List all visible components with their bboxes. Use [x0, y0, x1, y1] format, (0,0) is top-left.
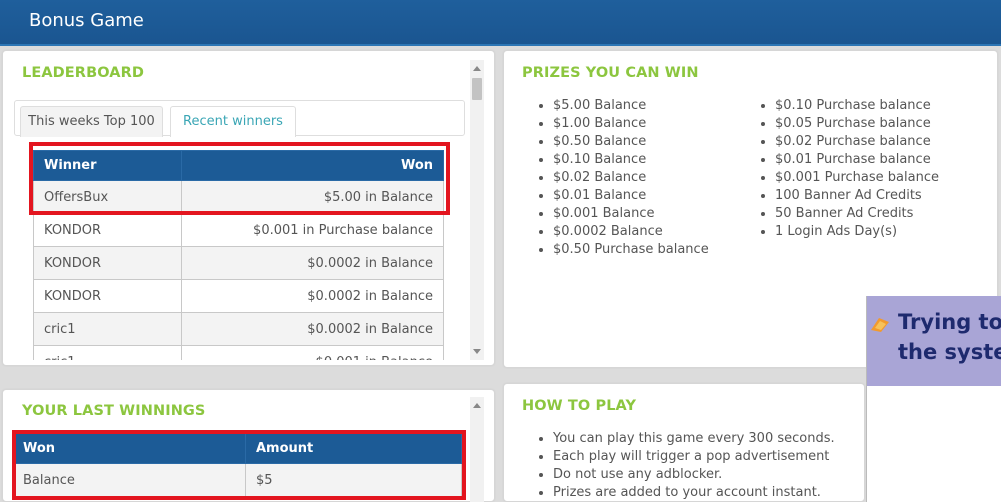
- tab-this-weeks-top-100[interactable]: This weeks Top 100: [20, 106, 163, 137]
- table-row: KONDOR $0.0002 in Balance: [33, 246, 444, 280]
- table-row: Balance $5: [12, 463, 462, 497]
- winner-cell: cric1: [33, 312, 182, 346]
- list-item: $0.0002 Balance: [553, 223, 763, 241]
- won-cell: Balance: [12, 463, 246, 497]
- winner-cell: OffersBux: [33, 180, 182, 214]
- list-item: $0.02 Purchase balance: [775, 133, 990, 151]
- ad-headline-line2: the syste: [898, 340, 1001, 364]
- list-item: 100 Banner Ad Credits: [775, 187, 990, 205]
- scroll-up-arrow-icon[interactable]: [473, 66, 481, 71]
- column-header-amount: Amount: [245, 433, 462, 464]
- page-title: Bonus Game: [29, 10, 144, 31]
- last-winnings-title: YOUR LAST WINNINGS: [22, 403, 206, 419]
- last-winnings-scrollbar[interactable]: [470, 397, 484, 502]
- ad-logo-icon: [871, 318, 889, 332]
- ad-headline-line1: Trying to: [898, 310, 1001, 334]
- list-item: $0.50 Balance: [553, 133, 763, 151]
- won-cell: $0.0002 in Balance: [181, 246, 444, 280]
- table-row: cric1 $0.001 in Balance: [33, 345, 444, 360]
- list-item: Do not use any adblocker.: [553, 466, 863, 484]
- how-to-play-title: HOW TO PLAY: [522, 398, 637, 414]
- top-bar-stripe: [0, 44, 1001, 46]
- overlay-advertisement[interactable]: Trying to the syste: [866, 296, 1001, 502]
- prizes-list-right: $0.10 Purchase balance $0.05 Purchase ba…: [775, 97, 990, 241]
- scroll-down-arrow-icon[interactable]: [473, 349, 481, 354]
- leaderboard-title: LEADERBOARD: [22, 65, 144, 81]
- how-to-play-list: You can play this game every 300 seconds…: [553, 430, 863, 502]
- prizes-list-left: $5.00 Balance $1.00 Balance $0.50 Balanc…: [553, 97, 763, 259]
- won-cell: $0.0002 in Balance: [181, 312, 444, 346]
- table-row: OffersBux $5.00 in Balance: [33, 180, 444, 214]
- list-item: $0.10 Purchase balance: [775, 97, 990, 115]
- table-header-row: Won Amount: [12, 433, 462, 464]
- won-cell: $0.001 in Balance: [181, 345, 444, 360]
- prizes-title: PRIZES YOU CAN WIN: [522, 65, 699, 81]
- list-item: $0.001 Purchase balance: [775, 169, 990, 187]
- column-header-winner: Winner: [33, 150, 182, 181]
- table-row: KONDOR $0.001 in Purchase balance: [33, 213, 444, 247]
- list-item: $0.02 Balance: [553, 169, 763, 187]
- list-item: $0.05 Purchase balance: [775, 115, 990, 133]
- scroll-up-arrow-icon[interactable]: [473, 403, 481, 408]
- list-item: $5.00 Balance: [553, 97, 763, 115]
- winner-cell: KONDOR: [33, 279, 182, 313]
- tab-recent-winners[interactable]: Recent winners: [170, 106, 296, 137]
- column-header-won: Won: [12, 433, 246, 464]
- list-item: $0.001 Balance: [553, 205, 763, 223]
- list-item: You can play this game every 300 seconds…: [553, 430, 863, 448]
- list-item: $0.10 Balance: [553, 151, 763, 169]
- amount-cell: $5: [245, 463, 462, 497]
- scrollbar-thumb[interactable]: [472, 78, 482, 100]
- won-cell: $0.001 in Purchase balance: [181, 213, 444, 247]
- table-header-row: Winner Won: [33, 150, 444, 181]
- leaderboard-table: Winner Won OffersBux $5.00 in Balance KO…: [33, 150, 444, 360]
- table-row: KONDOR $0.0002 in Balance: [33, 279, 444, 313]
- list-item: Each play will trigger a pop advertiseme…: [553, 448, 863, 466]
- list-item: $1.00 Balance: [553, 115, 763, 133]
- won-cell: $5.00 in Balance: [181, 180, 444, 214]
- leaderboard-table-viewport[interactable]: Winner Won OffersBux $5.00 in Balance KO…: [33, 150, 445, 360]
- top-bar: Bonus Game: [0, 0, 1001, 46]
- winner-cell: KONDOR: [33, 246, 182, 280]
- winner-cell: cric1: [33, 345, 182, 360]
- list-item: $0.50 Purchase balance: [553, 241, 763, 259]
- list-item: $0.01 Balance: [553, 187, 763, 205]
- list-item: 50 Banner Ad Credits: [775, 205, 990, 223]
- last-winnings-table: Won Amount Balance $5: [12, 433, 462, 497]
- list-item: Prizes are added to your account instant…: [553, 484, 863, 502]
- leaderboard-tabs: This weeks Top 100 Recent winners: [14, 100, 465, 137]
- list-item: $0.01 Purchase balance: [775, 151, 990, 169]
- leaderboard-scrollbar[interactable]: [470, 60, 484, 360]
- column-header-won: Won: [181, 150, 444, 181]
- table-row: cric1 $0.0002 in Balance: [33, 312, 444, 346]
- winner-cell: KONDOR: [33, 213, 182, 247]
- list-item: 1 Login Ads Day(s): [775, 223, 990, 241]
- won-cell: $0.0002 in Balance: [181, 279, 444, 313]
